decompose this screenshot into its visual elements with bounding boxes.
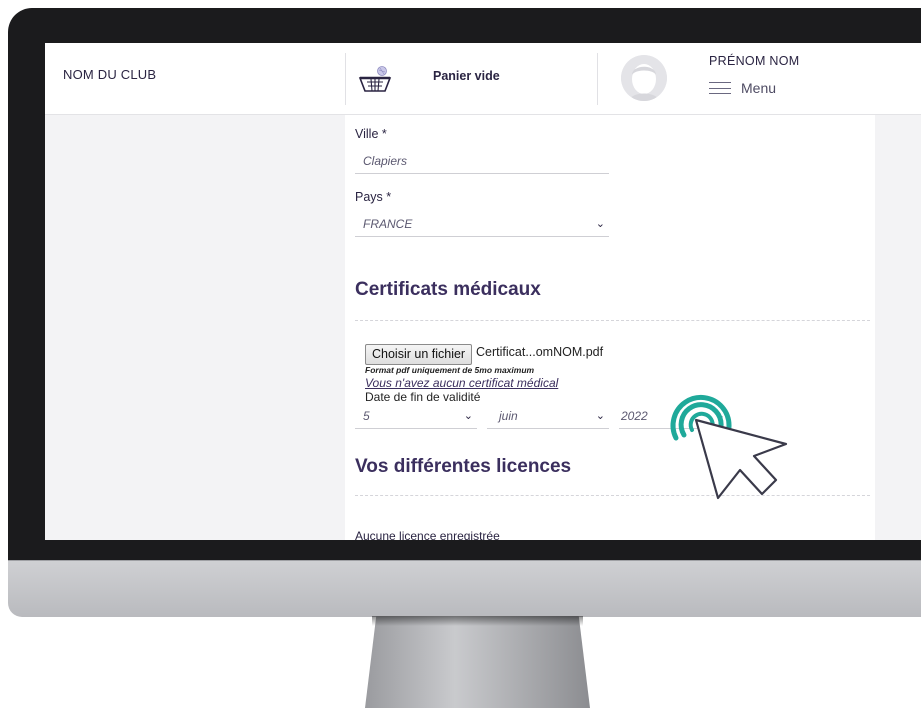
licences-heading: Vos différentes licences xyxy=(355,456,572,477)
choose-file-button[interactable]: Choisir un fichier xyxy=(365,344,473,365)
monitor-chin xyxy=(8,560,921,617)
country-label: Pays * xyxy=(355,190,392,204)
top-bar: NOM DU CLUB Panier vide PRÉNOM NOM Menu xyxy=(45,43,921,115)
cart-label[interactable]: Panier vide xyxy=(433,69,500,83)
file-hint: Format pdf uniquement de 5mo maximum xyxy=(365,365,535,375)
stand-shadow xyxy=(372,616,583,626)
month-select[interactable]: juin ⌄ xyxy=(487,406,609,429)
city-value: Clapiers xyxy=(363,154,408,168)
header-divider xyxy=(597,53,598,105)
city-field[interactable]: Clapiers xyxy=(355,151,609,174)
club-name[interactable]: NOM DU CLUB xyxy=(63,67,156,82)
validity-label: Date de fin de validité xyxy=(365,390,481,404)
user-name[interactable]: PRÉNOM NOM xyxy=(709,54,800,68)
file-name: Certificat...omNOM.pdf xyxy=(476,345,604,359)
country-value: FRANCE xyxy=(363,217,413,231)
month-value: juin xyxy=(499,409,518,423)
day-select[interactable]: 5 ⌄ xyxy=(355,406,477,429)
monitor-stand xyxy=(365,616,590,708)
chevron-down-icon: ⌄ xyxy=(595,410,605,422)
menu-label: Menu xyxy=(741,80,777,96)
hamburger-icon xyxy=(709,82,731,94)
chevron-down-icon: ⌄ xyxy=(595,218,605,230)
click-cursor-icon xyxy=(670,394,788,500)
section-divider xyxy=(355,320,870,321)
header-divider xyxy=(345,53,346,105)
year-value: 2022 xyxy=(621,409,648,423)
day-value: 5 xyxy=(363,409,370,423)
certificates-heading: Certificats médicaux xyxy=(355,279,541,300)
no-certificate-link[interactable]: Vous n'avez aucun certificat médical xyxy=(365,376,558,390)
left-panel xyxy=(45,115,345,540)
avatar[interactable] xyxy=(621,55,667,101)
basket-icon[interactable] xyxy=(358,65,392,95)
menu-button[interactable]: Menu xyxy=(709,77,776,99)
city-label: Ville * xyxy=(355,127,387,141)
country-select[interactable]: FRANCE ⌄ xyxy=(355,214,609,237)
right-panel xyxy=(875,115,921,540)
chevron-down-icon: ⌄ xyxy=(463,410,473,422)
no-licence-text: Aucune licence enregistrée xyxy=(355,529,500,540)
user-avatar-icon xyxy=(621,55,667,101)
